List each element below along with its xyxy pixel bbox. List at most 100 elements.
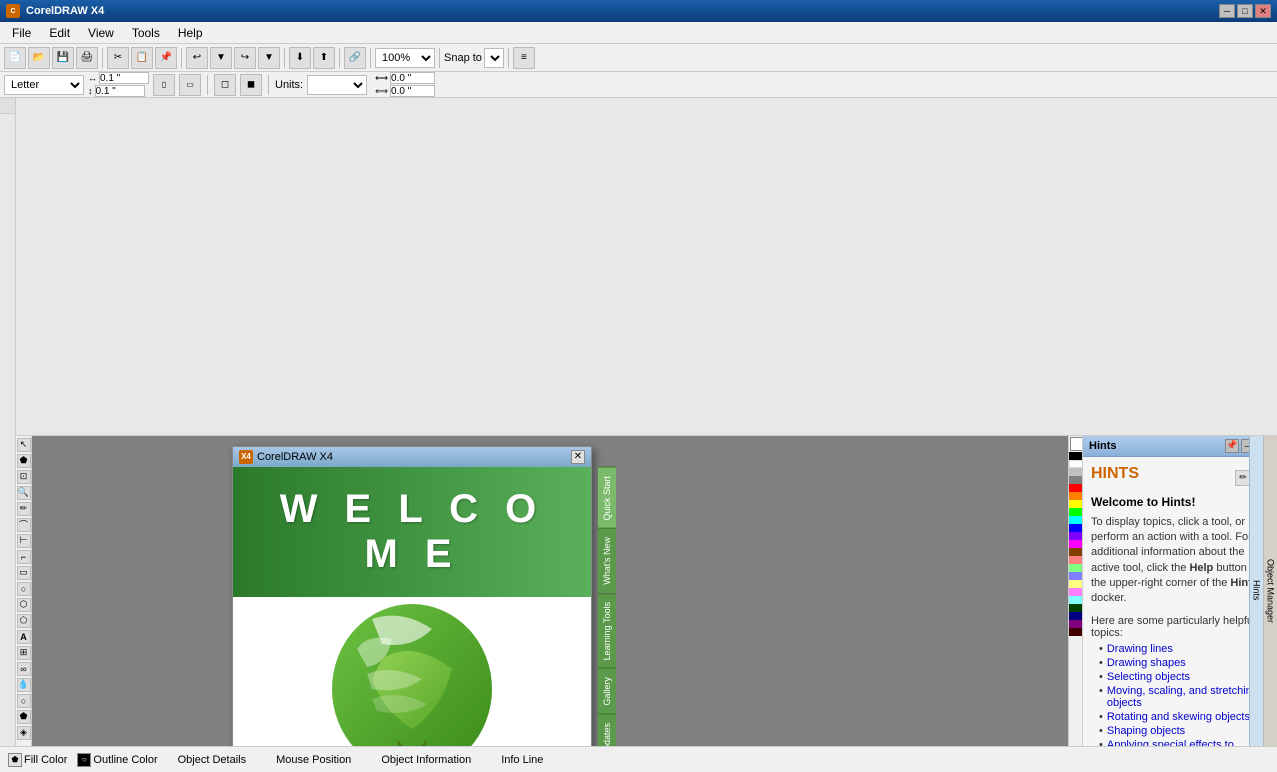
crop-tool[interactable]: ⊡ <box>17 470 31 484</box>
units-dropdown[interactable] <box>307 75 367 95</box>
text-tool[interactable]: A <box>17 630 31 644</box>
canvas-area[interactable]: X4 CorelDRAW X4 ✕ W E L C O M E <box>32 436 1068 772</box>
minimize-button[interactable]: ─ <box>1219 4 1235 18</box>
eyedropper-tool[interactable]: 💧 <box>17 678 31 692</box>
page-size-dropdown[interactable]: Letter <box>4 75 84 95</box>
page-options-2[interactable]: ◼ <box>240 74 262 96</box>
polygon-tool[interactable]: ⬡ <box>17 598 31 612</box>
tab-gallery[interactable]: Gallery <box>598 668 616 714</box>
light-green-swatch[interactable] <box>1069 564 1082 572</box>
menu-file[interactable]: File <box>4 24 39 42</box>
outline-color-section: ○ Outline Color <box>77 753 157 767</box>
dark-red-swatch[interactable] <box>1069 628 1082 636</box>
light-yellow-swatch[interactable] <box>1069 580 1082 588</box>
paste-button[interactable]: 📌 <box>155 47 177 69</box>
portrait-button[interactable]: ▯ <box>153 74 175 96</box>
yellow-swatch[interactable] <box>1069 500 1082 508</box>
cut-button[interactable]: ✂ <box>107 47 129 69</box>
hints-body: To display topics, click a tool, or perf… <box>1091 515 1269 607</box>
ellipse-tool[interactable]: ○ <box>17 582 31 596</box>
title-bar: C CorelDRAW X4 ─ □ ✕ <box>0 0 1277 22</box>
dark-green-swatch[interactable] <box>1069 604 1082 612</box>
white-swatch[interactable] <box>1069 460 1082 468</box>
undo-button[interactable]: ↩ <box>186 47 208 69</box>
tab-whats-new[interactable]: What's New <box>598 528 616 593</box>
connector-tool[interactable]: ⌐ <box>17 550 31 564</box>
redo-dropdown[interactable]: ▼ <box>258 47 280 69</box>
brown-swatch[interactable] <box>1069 548 1082 556</box>
rectangle-tool[interactable]: ▭ <box>17 566 31 580</box>
menu-help[interactable]: Help <box>170 24 211 42</box>
hint-link-drawing-lines-a[interactable]: Drawing lines <box>1107 643 1173 655</box>
basic-shapes-tool[interactable]: ⬠ <box>17 614 31 628</box>
save-button[interactable]: 💾 <box>52 47 74 69</box>
copy-button[interactable]: 📋 <box>131 47 153 69</box>
blue-swatch[interactable] <box>1069 524 1082 532</box>
print-button[interactable]: 🖨 <box>76 47 98 69</box>
light-magenta-swatch[interactable] <box>1069 588 1082 596</box>
gray-swatch[interactable] <box>1069 476 1082 484</box>
menu-edit[interactable]: Edit <box>41 24 78 42</box>
x-coord-input[interactable] <box>390 72 435 84</box>
import-button[interactable]: ⬇ <box>289 47 311 69</box>
separator-2 <box>181 48 182 68</box>
hints-pin-button[interactable]: 📌 <box>1225 439 1239 453</box>
interactive-blend-tool[interactable]: ∞ <box>17 662 31 676</box>
menu-tools[interactable]: Tools <box>124 24 168 42</box>
export-button[interactable]: ⬆ <box>313 47 335 69</box>
light-blue-swatch[interactable] <box>1069 572 1082 580</box>
maximize-button[interactable]: □ <box>1237 4 1253 18</box>
magenta-swatch[interactable] <box>1069 540 1082 548</box>
hint-link-rotating-a[interactable]: Rotating and skewing objects <box>1107 711 1250 723</box>
corel-connect[interactable]: 🔗 <box>344 47 366 69</box>
table-tool[interactable]: ⊞ <box>17 646 31 660</box>
hint-link-moving-a[interactable]: Moving, scaling, and stretching objects <box>1107 685 1269 709</box>
close-button[interactable]: ✕ <box>1255 4 1271 18</box>
dimension-tool[interactable]: ⊢ <box>17 534 31 548</box>
hint-link-selecting-objects-a[interactable]: Selecting objects <box>1107 671 1190 683</box>
landscape-button[interactable]: ▭ <box>179 74 201 96</box>
undo-dropdown[interactable]: ▼ <box>210 47 232 69</box>
orange-swatch[interactable] <box>1069 492 1082 500</box>
outline-tool[interactable]: ○ <box>17 694 31 708</box>
light-cyan-swatch[interactable] <box>1069 596 1082 604</box>
no-color-swatch[interactable] <box>1070 437 1082 451</box>
dialog-close-button[interactable]: ✕ <box>571 450 585 464</box>
hint-link-drawing-shapes-a[interactable]: Drawing shapes <box>1107 657 1186 669</box>
smart-draw-tool[interactable]: ⌒ <box>17 518 31 532</box>
violet-swatch[interactable] <box>1069 532 1082 540</box>
page-options-1[interactable]: ◻ <box>214 74 236 96</box>
shape-tool[interactable]: ⬟ <box>17 454 31 468</box>
cyan-swatch[interactable] <box>1069 516 1082 524</box>
hints-tab[interactable]: Hints <box>1249 436 1263 747</box>
width-icon: ↔ <box>88 73 97 83</box>
height-input[interactable] <box>95 85 145 97</box>
silver-swatch[interactable] <box>1069 468 1082 476</box>
new-button[interactable]: 📄 <box>4 47 26 69</box>
redo-button[interactable]: ↪ <box>234 47 256 69</box>
snap-to-dropdown[interactable] <box>484 48 504 68</box>
tab-learning-tools[interactable]: Learning Tools <box>598 593 616 668</box>
fill-tool[interactable]: ⬟ <box>17 710 31 724</box>
black-swatch[interactable] <box>1069 452 1082 460</box>
tab-quick-start[interactable]: Quick Start <box>598 467 616 529</box>
zoom-dropdown[interactable]: 100% <box>375 48 435 68</box>
options-button[interactable]: ≡ <box>513 47 535 69</box>
dark-magenta-swatch[interactable] <box>1069 620 1082 628</box>
status-bar: ⬟ Fill Color ○ Outline Color Object Deta… <box>0 746 1277 772</box>
green-swatch[interactable] <box>1069 508 1082 516</box>
red-swatch[interactable] <box>1069 484 1082 492</box>
menu-view[interactable]: View <box>80 24 122 42</box>
object-manager-tab[interactable]: Object Manager <box>1263 436 1277 747</box>
y-coord-input[interactable] <box>390 85 435 97</box>
select-tool[interactable]: ↖ <box>17 438 31 452</box>
open-button[interactable]: 📂 <box>28 47 50 69</box>
freehand-tool[interactable]: ✏ <box>17 502 31 516</box>
interactive-fill-tool[interactable]: ◈ <box>17 726 31 740</box>
zoom-tool[interactable]: 🔍 <box>17 486 31 500</box>
width-input[interactable] <box>99 72 149 84</box>
pink-swatch[interactable] <box>1069 556 1082 564</box>
dark-blue-swatch[interactable] <box>1069 612 1082 620</box>
hint-link-shaping-a[interactable]: Shaping objects <box>1107 725 1185 737</box>
title-bar-controls: ─ □ ✕ <box>1219 4 1271 18</box>
